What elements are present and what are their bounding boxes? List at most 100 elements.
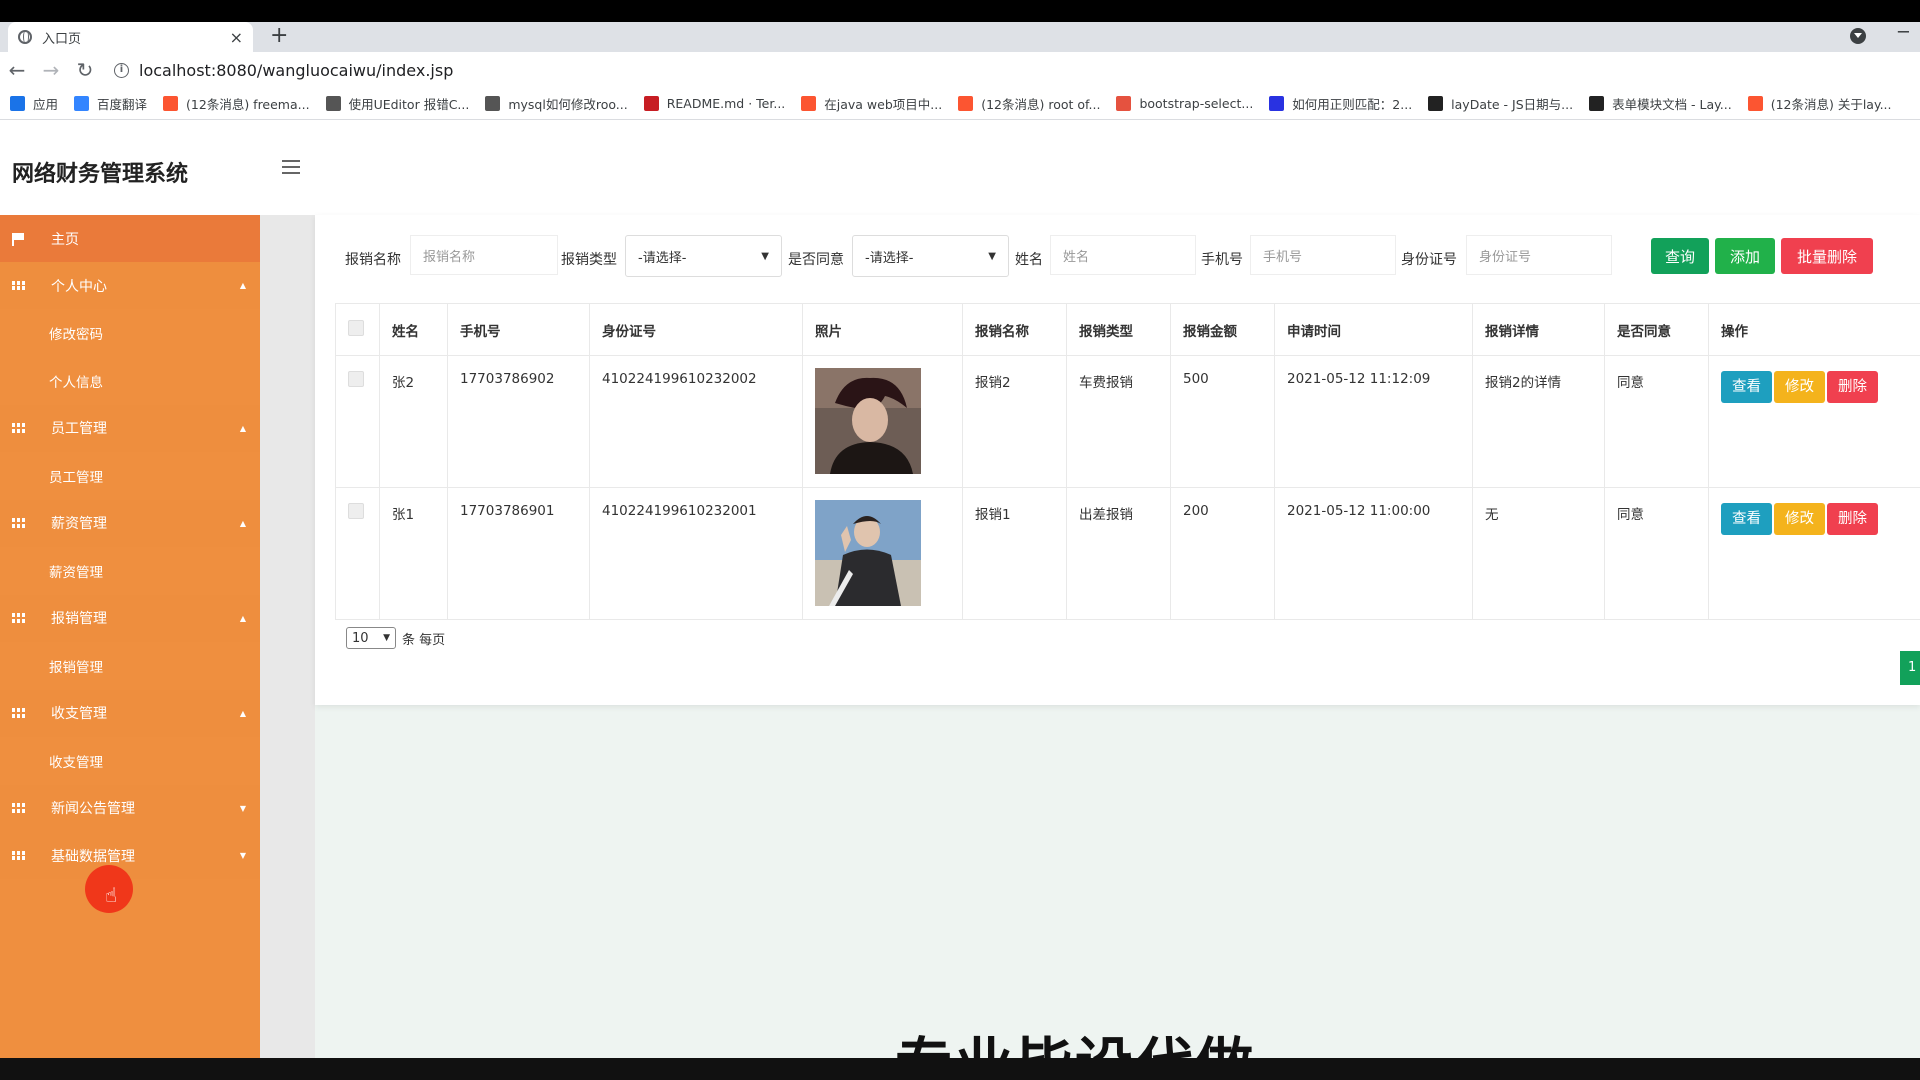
row-select-cell bbox=[335, 487, 380, 620]
sidebar-item-label: 报销管理 bbox=[49, 659, 103, 676]
info-icon[interactable]: i bbox=[114, 62, 129, 78]
url-text: localhost:8080/wangluocaiwu/index.jsp bbox=[139, 60, 454, 80]
filter-name-input[interactable]: 报销名称 bbox=[410, 235, 558, 275]
filter-id-label: 身份证号 bbox=[1401, 252, 1457, 268]
sidebar-item[interactable]: 报销管理 bbox=[0, 642, 260, 689]
sidebar-item-label: 个人信息 bbox=[49, 374, 103, 391]
page-size-select[interactable]: 10 ▼ bbox=[346, 627, 396, 649]
row-actions: 查看 修改 删除 bbox=[1721, 371, 1878, 403]
row-checkbox[interactable] bbox=[348, 503, 364, 519]
bookmark-item[interactable]: bootstrap-select... bbox=[1116, 96, 1253, 111]
bookmark-item[interactable]: 表单模块文档 - Lay... bbox=[1589, 94, 1732, 113]
column-header: 申请时间 bbox=[1274, 303, 1473, 356]
wave-icon bbox=[325, 96, 341, 111]
bookmark-item[interactable]: 使用UEditor 报错C... bbox=[325, 94, 470, 113]
sidebar-item-label: 员工管理 bbox=[51, 421, 107, 437]
cell-agree: 同意 bbox=[1604, 355, 1709, 488]
edit-button[interactable]: 修改 bbox=[1774, 371, 1825, 403]
bookmark-item[interactable]: mysql如何修改roo... bbox=[485, 94, 628, 113]
bookmark-item[interactable]: README.md · Ter... bbox=[643, 96, 786, 111]
sidebar-item[interactable]: 修改密码 bbox=[0, 309, 260, 357]
bookmark-label: 使用UEditor 报错C... bbox=[348, 97, 470, 112]
menu-toggle-icon[interactable] bbox=[282, 160, 300, 174]
bookmark-item[interactable]: (12条消息) 关于lay... bbox=[1747, 94, 1892, 113]
profile-dropdown-icon[interactable] bbox=[1850, 28, 1866, 44]
add-button[interactable]: 添加 bbox=[1715, 238, 1775, 274]
sidebar-item[interactable]: 收支管理 bbox=[0, 737, 260, 784]
minimize-icon[interactable]: ─ bbox=[1898, 22, 1909, 43]
bookmark-item[interactable]: 在java web项目中... bbox=[801, 94, 942, 113]
sidebar-item[interactable]: 薪资管理 bbox=[0, 547, 260, 594]
sidebar-item[interactable]: 个人信息 bbox=[0, 357, 260, 404]
back-arrow-icon[interactable]: ← bbox=[0, 58, 34, 82]
page-number-button[interactable]: 1 bbox=[1900, 651, 1920, 685]
bookmark-label: 表单模块文档 - Lay... bbox=[1612, 97, 1732, 112]
batch-delete-button[interactable]: 批量删除 bbox=[1781, 238, 1873, 274]
bookmark-label: 如何用正则匹配：2... bbox=[1292, 97, 1413, 112]
new-tab-button[interactable]: + bbox=[270, 23, 288, 48]
sidebar-group[interactable]: 报销管理 ▲ bbox=[0, 594, 260, 642]
bookmark-item[interactable]: layDate - JS日期与... bbox=[1428, 94, 1573, 113]
sidebar-group[interactable]: 个人中心 ▲ bbox=[0, 262, 260, 309]
edit-button[interactable]: 修改 bbox=[1774, 503, 1825, 535]
reload-icon[interactable]: ↻ bbox=[68, 58, 102, 82]
sidebar-item-label: 员工管理 bbox=[49, 469, 103, 486]
csdn-icon bbox=[163, 96, 179, 111]
column-header: 操作 bbox=[1708, 303, 1920, 356]
bookmark-label: bootstrap-select... bbox=[1139, 96, 1254, 111]
sidebar-item-home[interactable]: 主页 bbox=[0, 215, 260, 262]
cell-phone: 17703786901 bbox=[447, 487, 590, 620]
sidebar-group[interactable]: 薪资管理 ▲ bbox=[0, 499, 260, 547]
forward-arrow-icon[interactable]: → bbox=[34, 58, 68, 82]
csdn-icon bbox=[1747, 96, 1763, 111]
view-button[interactable]: 查看 bbox=[1721, 371, 1772, 403]
sidebar-item-label: 薪资管理 bbox=[49, 564, 103, 581]
select-all-checkbox[interactable] bbox=[348, 319, 364, 336]
bookmark-label: README.md · Ter... bbox=[666, 96, 786, 111]
cnblogs-icon bbox=[1116, 96, 1132, 111]
photo-thumbnail bbox=[815, 500, 921, 606]
chevron-up-icon: ▲ bbox=[239, 613, 246, 623]
sidebar-group[interactable]: 员工管理 ▲ bbox=[0, 404, 260, 452]
sidebar-group[interactable]: 基础数据管理 ▼ bbox=[0, 832, 260, 879]
bookmark-item[interactable]: 如何用正则匹配：2... bbox=[1269, 94, 1412, 113]
browser-tab[interactable]: 入口页 × bbox=[8, 22, 253, 52]
row-checkbox[interactable] bbox=[348, 371, 364, 387]
bookmarks-bar: 应用 百度翻译 (12条消息) freema... 使用UEditor 报错C... m… bbox=[0, 88, 1920, 120]
chevron-down-icon: ▼ bbox=[761, 250, 769, 262]
column-header: 报销金额 bbox=[1170, 303, 1275, 356]
delete-button[interactable]: 删除 bbox=[1827, 371, 1878, 403]
sidebar-item[interactable]: 员工管理 bbox=[0, 452, 260, 499]
filter-agree-select[interactable]: -请选择- ▼ bbox=[852, 235, 1009, 277]
cell-name: 张2 bbox=[379, 355, 448, 488]
bookmark-label: (12条消息) root of... bbox=[981, 97, 1101, 112]
view-button[interactable]: 查看 bbox=[1721, 503, 1772, 535]
bookmark-item[interactable]: (12条消息) root of... bbox=[958, 94, 1100, 113]
sidebar-group[interactable]: 新闻公告管理 ▼ bbox=[0, 784, 260, 832]
cell-idcard: 410224199610232001 bbox=[589, 487, 803, 620]
address-bar: ← → ↻ i localhost:8080/wangluocaiwu/inde… bbox=[0, 52, 1920, 88]
cell-idcard: 410224199610232002 bbox=[589, 355, 803, 488]
grid-icon bbox=[12, 708, 25, 718]
tab-close-icon[interactable]: × bbox=[230, 28, 243, 47]
search-button[interactable]: 查询 bbox=[1651, 238, 1709, 274]
delete-button[interactable]: 删除 bbox=[1827, 503, 1878, 535]
cell-amount: 500 bbox=[1170, 355, 1275, 488]
url-field[interactable]: i localhost:8080/wangluocaiwu/index.jsp bbox=[114, 61, 453, 80]
bookmark-item[interactable]: 应用 bbox=[10, 94, 58, 113]
bookmark-label: (12条消息) 关于lay... bbox=[1770, 97, 1892, 112]
filter-id-input[interactable]: 身份证号 bbox=[1466, 235, 1612, 275]
filter-person-label: 姓名 bbox=[1015, 252, 1043, 268]
sidebar-item-label: 收支管理 bbox=[49, 754, 103, 771]
bookmark-label: 在java web项目中... bbox=[824, 97, 943, 112]
filter-type-select[interactable]: -请选择- ▼ bbox=[625, 235, 782, 277]
table-row: 张2 17703786902 410224199610232002 报销2 车费… bbox=[335, 355, 1920, 488]
filter-phone-input[interactable]: 手机号 bbox=[1250, 235, 1396, 275]
sidebar-item-label: 报销管理 bbox=[51, 611, 107, 627]
filter-person-input[interactable]: 姓名 bbox=[1050, 235, 1196, 275]
sidebar-group[interactable]: 收支管理 ▲ bbox=[0, 689, 260, 737]
bookmark-item[interactable]: (12条消息) freema... bbox=[163, 94, 310, 113]
bookmark-item[interactable]: 百度翻译 bbox=[74, 94, 147, 113]
csdn-icon bbox=[801, 96, 817, 111]
baidu-paw-icon bbox=[1269, 96, 1285, 111]
